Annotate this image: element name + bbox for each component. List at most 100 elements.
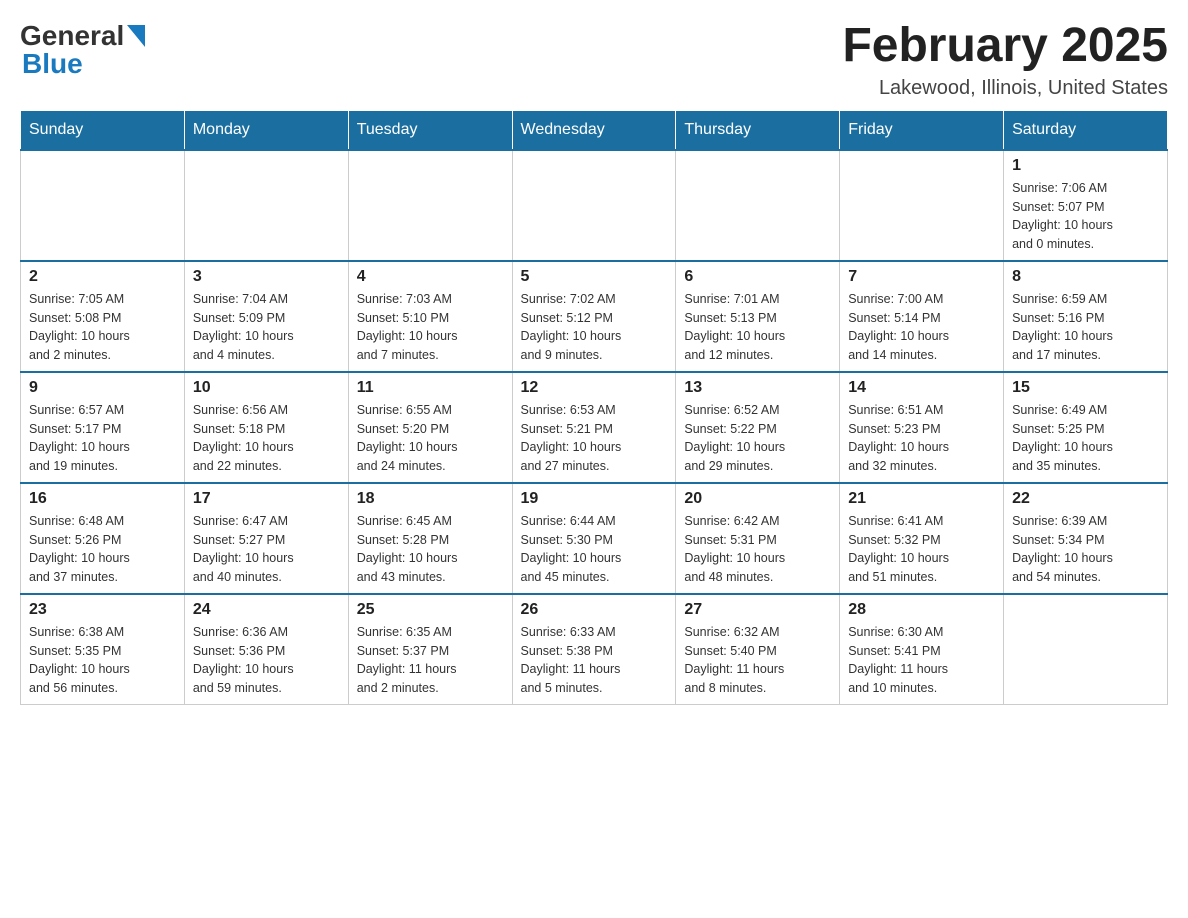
- day-info: Sunrise: 6:52 AM Sunset: 5:22 PM Dayligh…: [684, 401, 831, 476]
- day-number: 11: [357, 379, 504, 397]
- day-info: Sunrise: 6:47 AM Sunset: 5:27 PM Dayligh…: [193, 512, 340, 587]
- day-info: Sunrise: 7:04 AM Sunset: 5:09 PM Dayligh…: [193, 290, 340, 365]
- day-number: 7: [848, 268, 995, 286]
- calendar-cell: 26 Sunrise: 6:33 AM Sunset: 5:38 PM Dayli…: [512, 594, 676, 705]
- day-number: 27: [684, 601, 831, 619]
- calendar-cell: 5 Sunrise: 7:02 AM Sunset: 5:12 PM Daylig…: [512, 261, 676, 372]
- calendar-day-header: Sunday: [21, 110, 185, 150]
- calendar-cell: 23 Sunrise: 6:38 AM Sunset: 5:35 PM Dayli…: [21, 594, 185, 705]
- calendar-cell: 20 Sunrise: 6:42 AM Sunset: 5:31 PM Dayli…: [676, 483, 840, 594]
- day-info: Sunrise: 6:57 AM Sunset: 5:17 PM Dayligh…: [29, 401, 176, 476]
- calendar-day-header: Thursday: [676, 110, 840, 150]
- calendar-day-header: Monday: [184, 110, 348, 150]
- calendar-cell: 14Sunrise: 6:51 AM Sunset: 5:23 PM Dayli…: [840, 372, 1004, 483]
- day-number: 2: [29, 268, 176, 286]
- calendar-cell: 6Sunrise: 7:01 AM Sunset: 5:13 PM Daylig…: [676, 261, 840, 372]
- day-info: Sunrise: 6:59 AM Sunset: 5:16 PM Dayligh…: [1012, 290, 1159, 365]
- day-info: Sunrise: 6:30 AM Sunset: 5:41 PM Dayligh…: [848, 623, 995, 698]
- calendar-cell: 12 Sunrise: 6:53 AM Sunset: 5:21 PM Dayli…: [512, 372, 676, 483]
- logo-blue-text: Blue: [22, 48, 83, 80]
- day-info: Sunrise: 6:36 AM Sunset: 5:36 PM Dayligh…: [193, 623, 340, 698]
- day-info: Sunrise: 6:42 AM Sunset: 5:31 PM Dayligh…: [684, 512, 831, 587]
- day-number: 25: [357, 601, 504, 619]
- calendar-day-header: Wednesday: [512, 110, 676, 150]
- day-info: Sunrise: 6:39 AM Sunset: 5:34 PM Dayligh…: [1012, 512, 1159, 587]
- day-info: Sunrise: 6:38 AM Sunset: 5:35 PM Dayligh…: [29, 623, 176, 698]
- day-number: 1: [1012, 157, 1159, 175]
- day-number: 9: [29, 379, 176, 397]
- calendar-day-header: Tuesday: [348, 110, 512, 150]
- calendar-cell: [184, 150, 348, 261]
- day-info: Sunrise: 7:03 AM Sunset: 5:10 PM Dayligh…: [357, 290, 504, 365]
- day-number: 19: [521, 490, 668, 508]
- day-info: Sunrise: 6:33 AM Sunset: 5:38 PM Dayligh…: [521, 623, 668, 698]
- day-info: Sunrise: 6:49 AM Sunset: 5:25 PM Dayligh…: [1012, 401, 1159, 476]
- day-number: 23: [29, 601, 176, 619]
- calendar-cell: [1004, 594, 1168, 705]
- logo: General Blue: [20, 20, 145, 80]
- day-number: 3: [193, 268, 340, 286]
- calendar-cell: [840, 150, 1004, 261]
- day-info: Sunrise: 6:44 AM Sunset: 5:30 PM Dayligh…: [521, 512, 668, 587]
- calendar-cell: 24 Sunrise: 6:36 AM Sunset: 5:36 PM Dayli…: [184, 594, 348, 705]
- calendar-cell: 3 Sunrise: 7:04 AM Sunset: 5:09 PM Daylig…: [184, 261, 348, 372]
- calendar-cell: 25 Sunrise: 6:35 AM Sunset: 5:37 PM Dayli…: [348, 594, 512, 705]
- calendar-cell: 11 Sunrise: 6:55 AM Sunset: 5:20 PM Dayli…: [348, 372, 512, 483]
- day-number: 24: [193, 601, 340, 619]
- day-info: Sunrise: 6:41 AM Sunset: 5:32 PM Dayligh…: [848, 512, 995, 587]
- day-number: 5: [521, 268, 668, 286]
- day-info: Sunrise: 6:55 AM Sunset: 5:20 PM Dayligh…: [357, 401, 504, 476]
- day-info: Sunrise: 6:45 AM Sunset: 5:28 PM Dayligh…: [357, 512, 504, 587]
- calendar-cell: [348, 150, 512, 261]
- title-section: February 2025 Lakewood, Illinois, United…: [842, 20, 1168, 100]
- logo-triangle-icon: [127, 25, 145, 52]
- day-number: 4: [357, 268, 504, 286]
- day-number: 12: [521, 379, 668, 397]
- location-subtitle: Lakewood, Illinois, United States: [842, 77, 1168, 100]
- calendar-cell: 28 Sunrise: 6:30 AM Sunset: 5:41 PM Dayli…: [840, 594, 1004, 705]
- page-header: General Blue February 2025 Lakewood, Ill…: [20, 20, 1168, 100]
- calendar-table: SundayMondayTuesdayWednesdayThursdayFrid…: [20, 110, 1168, 705]
- day-info: Sunrise: 6:51 AM Sunset: 5:23 PM Dayligh…: [848, 401, 995, 476]
- calendar-cell: 15Sunrise: 6:49 AM Sunset: 5:25 PM Dayli…: [1004, 372, 1168, 483]
- day-number: 17: [193, 490, 340, 508]
- calendar-cell: 9 Sunrise: 6:57 AM Sunset: 5:17 PM Daylig…: [21, 372, 185, 483]
- day-number: 13: [684, 379, 831, 397]
- day-number: 26: [521, 601, 668, 619]
- day-info: Sunrise: 7:02 AM Sunset: 5:12 PM Dayligh…: [521, 290, 668, 365]
- day-info: Sunrise: 6:35 AM Sunset: 5:37 PM Dayligh…: [357, 623, 504, 698]
- calendar-header-row: SundayMondayTuesdayWednesdayThursdayFrid…: [21, 110, 1168, 150]
- day-info: Sunrise: 6:32 AM Sunset: 5:40 PM Dayligh…: [684, 623, 831, 698]
- calendar-cell: 7Sunrise: 7:00 AM Sunset: 5:14 PM Daylig…: [840, 261, 1004, 372]
- calendar-cell: 1 Sunrise: 7:06 AM Sunset: 5:07 PM Daylig…: [1004, 150, 1168, 261]
- calendar-cell: 21 Sunrise: 6:41 AM Sunset: 5:32 PM Dayli…: [840, 483, 1004, 594]
- day-number: 20: [684, 490, 831, 508]
- calendar-cell: 2 Sunrise: 7:05 AM Sunset: 5:08 PM Daylig…: [21, 261, 185, 372]
- day-number: 28: [848, 601, 995, 619]
- calendar-week-row: 2 Sunrise: 7:05 AM Sunset: 5:08 PM Daylig…: [21, 261, 1168, 372]
- day-number: 22: [1012, 490, 1159, 508]
- month-title: February 2025: [842, 20, 1168, 73]
- day-info: Sunrise: 7:06 AM Sunset: 5:07 PM Dayligh…: [1012, 179, 1159, 254]
- day-info: Sunrise: 6:48 AM Sunset: 5:26 PM Dayligh…: [29, 512, 176, 587]
- day-number: 8: [1012, 268, 1159, 286]
- calendar-cell: 4 Sunrise: 7:03 AM Sunset: 5:10 PM Daylig…: [348, 261, 512, 372]
- calendar-week-row: 1 Sunrise: 7:06 AM Sunset: 5:07 PM Daylig…: [21, 150, 1168, 261]
- day-info: Sunrise: 7:05 AM Sunset: 5:08 PM Dayligh…: [29, 290, 176, 365]
- calendar-cell: 27 Sunrise: 6:32 AM Sunset: 5:40 PM Dayli…: [676, 594, 840, 705]
- calendar-day-header: Saturday: [1004, 110, 1168, 150]
- calendar-cell: 19 Sunrise: 6:44 AM Sunset: 5:30 PM Dayli…: [512, 483, 676, 594]
- calendar-cell: 13 Sunrise: 6:52 AM Sunset: 5:22 PM Dayli…: [676, 372, 840, 483]
- calendar-week-row: 23 Sunrise: 6:38 AM Sunset: 5:35 PM Dayli…: [21, 594, 1168, 705]
- calendar-cell: 18 Sunrise: 6:45 AM Sunset: 5:28 PM Dayli…: [348, 483, 512, 594]
- day-info: Sunrise: 6:56 AM Sunset: 5:18 PM Dayligh…: [193, 401, 340, 476]
- day-info: Sunrise: 6:53 AM Sunset: 5:21 PM Dayligh…: [521, 401, 668, 476]
- calendar-cell: [21, 150, 185, 261]
- day-info: Sunrise: 7:01 AM Sunset: 5:13 PM Dayligh…: [684, 290, 831, 365]
- day-number: 21: [848, 490, 995, 508]
- calendar-cell: [512, 150, 676, 261]
- calendar-cell: 10Sunrise: 6:56 AM Sunset: 5:18 PM Dayli…: [184, 372, 348, 483]
- day-number: 16: [29, 490, 176, 508]
- day-number: 18: [357, 490, 504, 508]
- calendar-week-row: 16 Sunrise: 6:48 AM Sunset: 5:26 PM Dayli…: [21, 483, 1168, 594]
